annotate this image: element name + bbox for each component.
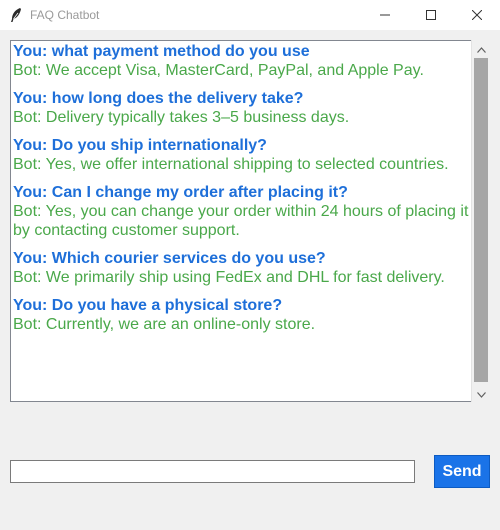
chat-history[interactable]: You: what payment method do you use Bot:… — [10, 40, 471, 402]
user-message: You: what payment method do you use — [13, 43, 310, 60]
scroll-down-button[interactable] — [472, 385, 490, 402]
chat-scrollbar[interactable] — [471, 40, 489, 402]
chevron-up-icon — [476, 40, 486, 58]
bot-message: Bot: Currently, we are an online-only st… — [13, 316, 316, 333]
user-message: You: Do you have a physical store? — [13, 297, 283, 314]
scroll-up-button[interactable] — [472, 40, 490, 57]
close-button[interactable] — [454, 0, 500, 30]
feather-icon — [9, 7, 23, 23]
bot-message: Bot: Delivery typically takes 3–5 busine… — [13, 109, 350, 126]
message-pair: You: Which courier services do you use? … — [13, 249, 471, 287]
message-pair: You: Do you ship internationally? Bot: Y… — [13, 136, 471, 174]
user-message: You: how long does the delivery take? — [13, 90, 304, 107]
close-icon — [472, 10, 482, 20]
user-message: You: Do you ship internationally? — [13, 137, 267, 154]
scroll-thumb[interactable] — [474, 58, 488, 382]
message-pair: You: what payment method do you use Bot:… — [13, 42, 471, 80]
user-message: You: Which courier services do you use? — [13, 250, 326, 267]
bot-message: Bot: Yes, we offer international shippin… — [13, 156, 449, 173]
user-message: You: Can I change my order after placing… — [13, 184, 348, 201]
send-button[interactable]: Send — [434, 455, 490, 488]
title-bar[interactable]: FAQ Chatbot — [0, 0, 500, 30]
minimize-icon — [380, 10, 390, 20]
maximize-icon — [426, 10, 436, 20]
bot-message: Bot: Yes, you can change your order with… — [13, 203, 469, 239]
minimize-button[interactable] — [362, 0, 408, 30]
chat-messages: You: what payment method do you use Bot:… — [13, 42, 471, 343]
bot-message: Bot: We accept Visa, MasterCard, PayPal,… — [13, 62, 424, 79]
window-title: FAQ Chatbot — [30, 8, 100, 22]
message-pair: You: how long does the delivery take? Bo… — [13, 89, 471, 127]
app-window: FAQ Chatbot You: what payment method do … — [0, 0, 500, 530]
chevron-down-icon — [476, 385, 486, 403]
message-input[interactable] — [10, 460, 415, 483]
message-pair: You: Can I change my order after placing… — [13, 183, 471, 240]
message-pair: You: Do you have a physical store? Bot: … — [13, 296, 471, 334]
bot-message: Bot: We primarily ship using FedEx and D… — [13, 269, 445, 286]
maximize-button[interactable] — [408, 0, 454, 30]
